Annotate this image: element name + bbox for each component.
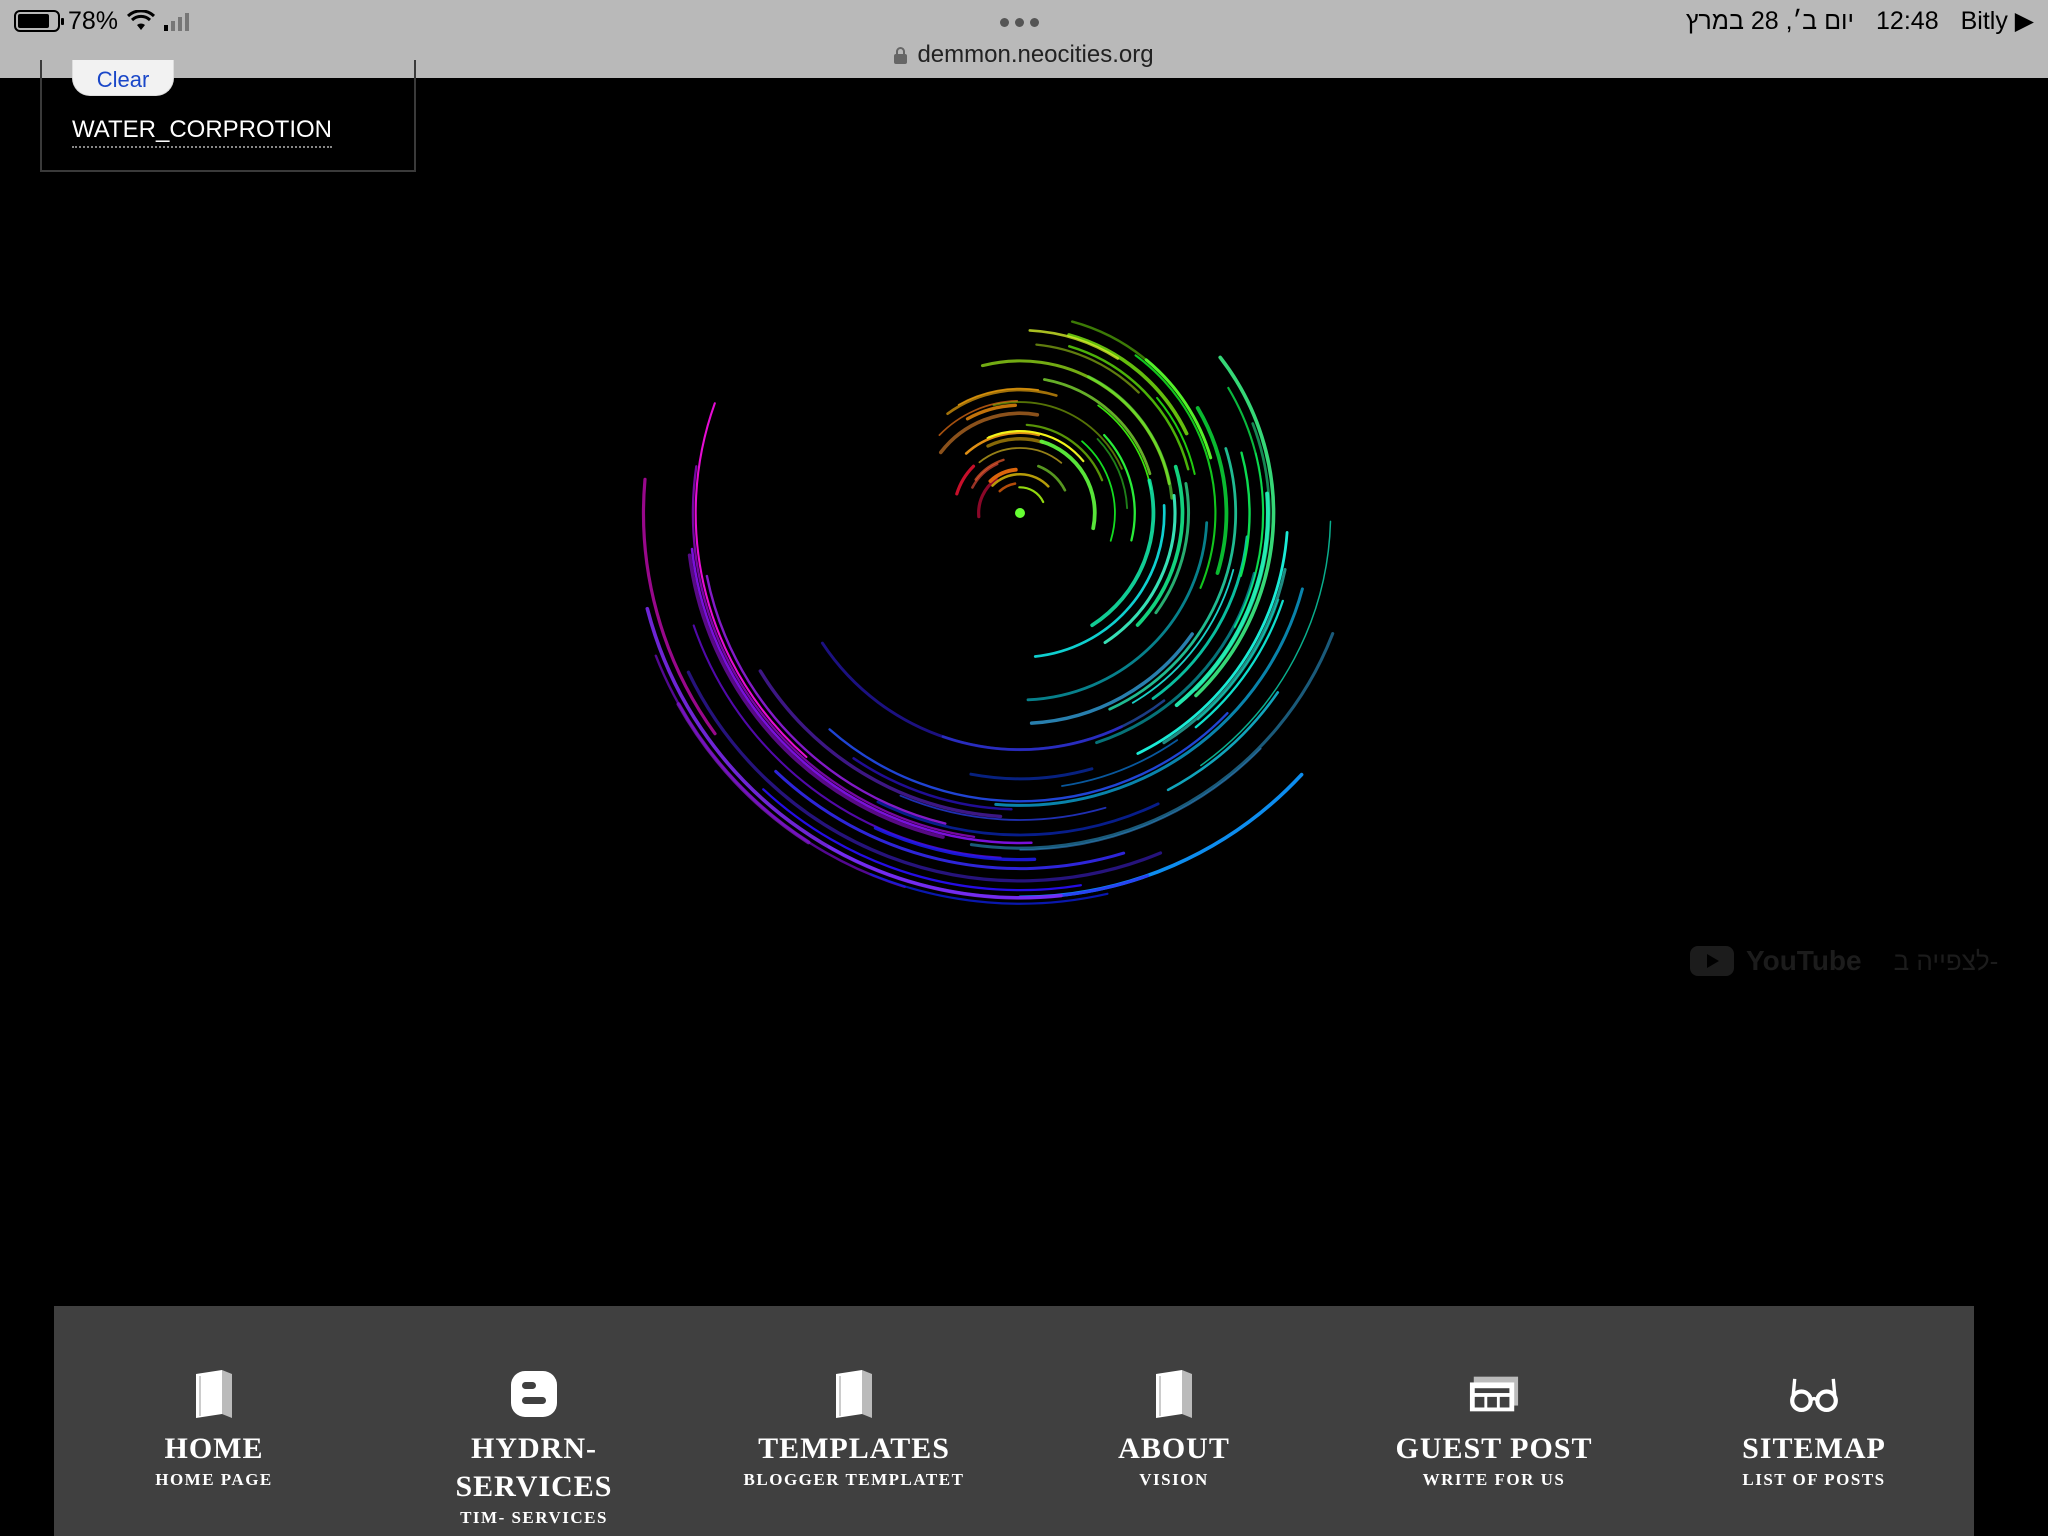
nav-subtitle: VISION: [1139, 1470, 1209, 1489]
status-right: יום ב׳, 28 במרץ 12:48 Bitly ▶: [1686, 4, 2034, 38]
spiral-arc: [654, 654, 906, 888]
footer-nav: HOME HOME PAGE HYDRN- SERVICES TIM- SERV…: [54, 1306, 1974, 1536]
spiral-arc: [955, 464, 976, 496]
spiral-arc: [1096, 438, 1129, 510]
nav-subtitle: HOME PAGE: [155, 1470, 273, 1489]
book-icon: [1148, 1368, 1200, 1420]
nav-title: HOME: [164, 1432, 264, 1465]
spiral-arc: [820, 641, 1123, 752]
spiral-arc: [1018, 486, 1045, 504]
nav-title: ABOUT: [1118, 1432, 1230, 1465]
spiral-arc: [941, 699, 1166, 751]
status-date: יום ב׳, 28 במרץ: [1685, 6, 1855, 35]
more-dots-icon[interactable]: [1000, 18, 1039, 27]
spiral-center: [1015, 508, 1025, 518]
nav-subtitle: LIST OF POSTS: [1742, 1470, 1886, 1489]
spiral-arc: [686, 670, 1163, 883]
back-to-app-link[interactable]: Bitly ▶: [1961, 6, 2034, 36]
nav-subtitle: TIM- SERVICES: [460, 1508, 608, 1527]
spiral-arc: [1037, 464, 1067, 492]
nav-item-home[interactable]: HOME HOME PAGE: [54, 1306, 374, 1536]
glasses-icon: [1788, 1368, 1840, 1420]
lock-icon: [894, 46, 908, 64]
spiral-arc: [1239, 451, 1251, 577]
status-left: 78%: [14, 4, 190, 38]
spiral-arc: [1029, 632, 1194, 725]
nav-item-templates[interactable]: TEMPLATES BLOGGER TEMPLATET: [694, 1306, 1014, 1536]
spiral-arc: [969, 632, 1335, 850]
nav-item-about[interactable]: ABOUT VISION: [1014, 1306, 1334, 1536]
watch-on-label: לצפייה ב-: [1893, 945, 1999, 976]
nav-title: TEMPLATES: [758, 1432, 950, 1465]
spiral-arc: [998, 482, 1017, 493]
spiral-arc: [1103, 433, 1136, 542]
youtube-watermark[interactable]: YouTube לצפייה ב-: [1690, 945, 1998, 977]
newspaper-icon: [1468, 1368, 1520, 1420]
spiral-arc: [969, 767, 1094, 781]
youtube-label: YouTube: [1746, 945, 1862, 976]
nav-subtitle: WRITE FOR US: [1422, 1470, 1566, 1489]
book-icon: [828, 1368, 880, 1420]
spiral-arc: [1067, 333, 1189, 436]
spiral-arc: [1033, 503, 1166, 658]
nav-title: SITEMAP: [1742, 1432, 1886, 1465]
battery-percent: 78%: [68, 6, 119, 35]
spiral-arc: [994, 587, 1304, 807]
spiral-arc: [986, 437, 1045, 448]
spiral-arc: [1061, 739, 1179, 787]
nav-subtitle: BLOGGER TEMPLATET: [743, 1470, 965, 1489]
battery-icon: [14, 10, 64, 32]
nav-item-guest-post[interactable]: GUEST POST WRITE FOR US: [1334, 1306, 1654, 1536]
signal-icon: [164, 11, 190, 31]
nav-item-sitemap[interactable]: SITEMAP LIST OF POSTS: [1654, 1306, 1974, 1536]
spiral-arc: [978, 447, 1063, 464]
spiral-arc: [1097, 404, 1152, 491]
spiral-arc: [991, 472, 1050, 488]
nav-title: HYDRN- SERVICES: [455, 1432, 613, 1503]
spiral-arc: [1070, 320, 1206, 442]
book-icon: [188, 1368, 240, 1420]
youtube-icon: [1690, 946, 1734, 976]
nav-item-services[interactable]: HYDRN- SERVICES TIM- SERVICES: [374, 1306, 694, 1536]
spiral-arc: [1166, 691, 1280, 792]
nav-title: GUEST POST: [1395, 1432, 1593, 1465]
blogger-icon: [508, 1368, 560, 1420]
spiral-arc: [1043, 378, 1152, 476]
spiral-arc: [1131, 569, 1235, 704]
wifi-icon: [127, 10, 156, 30]
spiral-animation: [641, 320, 1335, 905]
url-text: demmon.neocities.org: [917, 41, 1154, 68]
status-time: 12:48: [1876, 6, 1939, 35]
